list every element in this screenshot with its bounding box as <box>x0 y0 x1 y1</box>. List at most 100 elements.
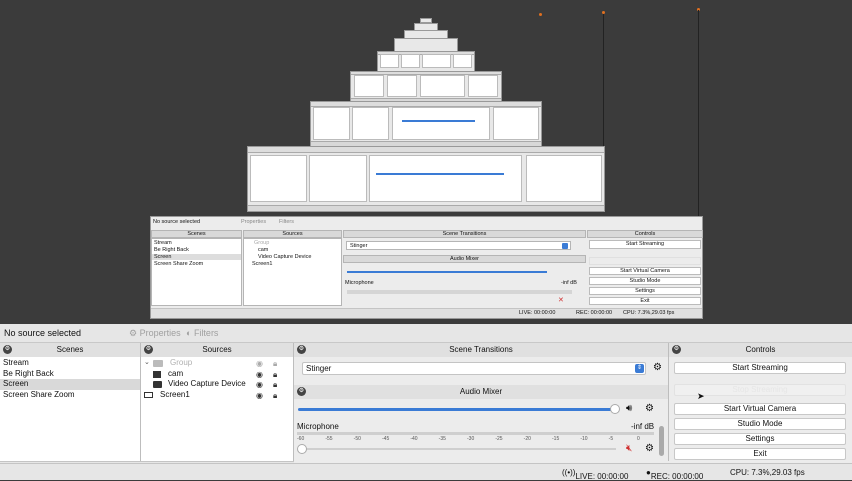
exit-button[interactable]: Exit <box>674 448 846 460</box>
source-row-group[interactable]: ⌄ Group ◉ 🔒︎ <box>141 358 293 369</box>
snapshot-scenes-list: Stream Be Right Back Screen Screen Share… <box>151 238 242 306</box>
source-row-video-capture[interactable]: Video Capture Device ◉ 🔒︎ <box>141 379 293 390</box>
properties-label: Properties <box>139 328 181 338</box>
scene-item[interactable]: Be Right Back <box>0 369 140 380</box>
snapshot-rec: REC: 00:00:00 <box>576 310 613 316</box>
dock-gear-icon[interactable]: ⚙ <box>144 345 153 354</box>
snapshot-button: Exit <box>589 297 701 305</box>
db-scale-label: -10 <box>580 436 588 442</box>
scenes-title: Scenes <box>56 345 84 354</box>
lock-icon[interactable]: 🔒︎ <box>273 391 277 402</box>
snapshot-source: Video Capture Device <box>258 254 312 260</box>
snapshot-statusbar: LIVE: 00:00:00 REC: 00:00:00 CPU: 7.3%,2… <box>151 308 702 318</box>
source-label: Group <box>170 358 193 367</box>
muted-speaker-icon[interactable]: 🔇︎ <box>626 443 632 454</box>
volume-slider-track[interactable] <box>298 408 616 411</box>
dock-gear-icon[interactable]: ⚙ <box>297 387 306 396</box>
db-scale-label: -40 <box>410 436 418 442</box>
settings-button[interactable]: Settings <box>674 433 846 445</box>
snapshot-scene: Stream <box>154 240 172 246</box>
snapshot-transition-value: Stinger <box>350 243 368 249</box>
cpu-readout: CPU: 7.3%,29.03 fps <box>730 468 805 477</box>
audio-gear-icon[interactable]: ⚙ <box>645 403 654 414</box>
dock-gear-icon[interactable]: ⚙ <box>672 345 681 354</box>
filters-label: Filters <box>193 328 219 338</box>
mic-slider-track[interactable] <box>300 448 616 450</box>
source-row-screen[interactable]: Screen1 ◉ 🔒︎ <box>141 390 293 401</box>
audio-header: ⚙ Audio Mixer <box>294 385 668 400</box>
status-bar: ((•)) LIVE: 00:00:00 ● REC: 00:00:00 CPU… <box>0 463 852 481</box>
snapshot-mic-meter <box>347 290 572 294</box>
snapshot-mic-label: Microphone <box>345 280 374 286</box>
snapshot-sources-list: Group cam Video Capture Device Screen1 <box>243 238 342 306</box>
speaker-icon[interactable]: 🔊︎ <box>626 403 632 414</box>
db-scale-label: -25 <box>495 436 503 442</box>
source-label: cam <box>168 368 184 378</box>
snapshot-transition-select: Stinger <box>346 241 571 250</box>
controls-header: ⚙ Controls <box>669 343 852 358</box>
live-status: ((•)) LIVE: 00:00:00 <box>562 468 629 481</box>
scenes-header: ⚙ Scenes <box>0 343 140 358</box>
sources-title: Sources <box>202 345 232 354</box>
mic-gear-icon[interactable]: ⚙ <box>645 443 654 454</box>
snapshot-cpu: CPU: 7.3%,29.03 fps <box>623 310 675 316</box>
snapshot-no-source: No source selected <box>153 219 201 225</box>
scene-item[interactable]: Stream <box>0 358 140 369</box>
transition-select[interactable]: Stinger ⇕ <box>302 362 646 375</box>
mic-label: Microphone <box>297 422 339 431</box>
snapshot-filters: Filters <box>279 219 294 225</box>
select-arrows-icon: ⇕ <box>635 364 644 373</box>
scene-item-selected[interactable]: Screen <box>0 379 140 390</box>
studio-mode-button[interactable]: Studio Mode <box>674 418 846 430</box>
display-icon <box>144 391 153 398</box>
eye-icon[interactable]: ◉ <box>256 391 263 402</box>
db-scale-label: -45 <box>382 436 390 442</box>
select-arrows-icon <box>562 243 568 249</box>
snapshot-scenes-header: Scenes <box>151 230 242 238</box>
snapshot-audio-header: Audio Mixer <box>343 255 586 263</box>
scene-item[interactable]: Screen Share Zoom <box>0 390 140 401</box>
controls-title: Controls <box>745 345 776 354</box>
rec-status: ● REC: 00:00:00 <box>646 468 704 481</box>
source-row-cam[interactable]: cam ◉ 🔒︎ <box>141 369 293 380</box>
snapshot-button: Settings <box>589 287 701 295</box>
db-scale-label: -5 <box>608 436 614 442</box>
snapshot-live: LIVE: 00:00:00 <box>519 310 556 316</box>
mouse-cursor-icon: ➤ <box>697 391 705 401</box>
sources-header: ⚙ Sources <box>141 343 293 358</box>
snapshot-sources-header: Sources <box>243 230 342 238</box>
source-label: Video Capture Device <box>168 379 246 388</box>
db-scale-label: -20 <box>523 436 531 442</box>
snapshot-properties: Properties <box>241 219 267 225</box>
transition-value: Stinger <box>306 364 332 373</box>
sources-panel: ⚙ Sources ⌄ Group ◉ 🔒︎ cam ◉ 🔒︎ Video Ca… <box>141 343 294 461</box>
snapshot-volume-slider <box>347 271 547 273</box>
muted-speaker-icon: ✕ <box>558 297 564 304</box>
recursive-preview-1 <box>350 71 502 102</box>
properties-button[interactable]: ⚙ Properties <box>129 328 181 339</box>
preview-snapshot: No source selected Properties Filters Sc… <box>150 216 703 319</box>
divider-line <box>603 14 604 146</box>
folder-icon <box>153 360 163 367</box>
volume-slider-handle[interactable] <box>610 404 620 414</box>
start-virtual-camera-button[interactable]: Start Virtual Camera <box>674 403 846 415</box>
audio-scrollbar[interactable] <box>659 426 664 456</box>
dock-gear-icon[interactable]: ⚙ <box>3 345 12 354</box>
mic-slider-handle[interactable] <box>297 444 307 454</box>
snapshot-transitions-header: Scene Transitions <box>343 230 586 238</box>
db-scale-label: -60 <box>297 436 305 442</box>
transitions-body: Stinger ⇕ ⚙ <box>294 357 668 385</box>
snapshot-controls-header: Controls <box>587 230 703 238</box>
sources-list: ⌄ Group ◉ 🔒︎ cam ◉ 🔒︎ Video Capture Devi… <box>141 357 293 461</box>
chevron-down-icon[interactable]: ⌄ <box>144 358 150 369</box>
cursor-dot <box>539 13 542 16</box>
mic-level-meter <box>297 432 654 435</box>
db-scale-label: -15 <box>552 436 560 442</box>
db-scale-label: -55 <box>325 436 333 442</box>
recursive-preview-mid <box>247 146 605 212</box>
no-source-selected: No source selected <box>4 328 82 338</box>
start-streaming-button[interactable]: Start Streaming <box>674 362 846 374</box>
dock-gear-icon[interactable]: ⚙ <box>297 345 306 354</box>
filters-button[interactable]: ◐ Filters <box>186 328 218 338</box>
transition-gear-icon[interactable]: ⚙ <box>653 362 662 373</box>
